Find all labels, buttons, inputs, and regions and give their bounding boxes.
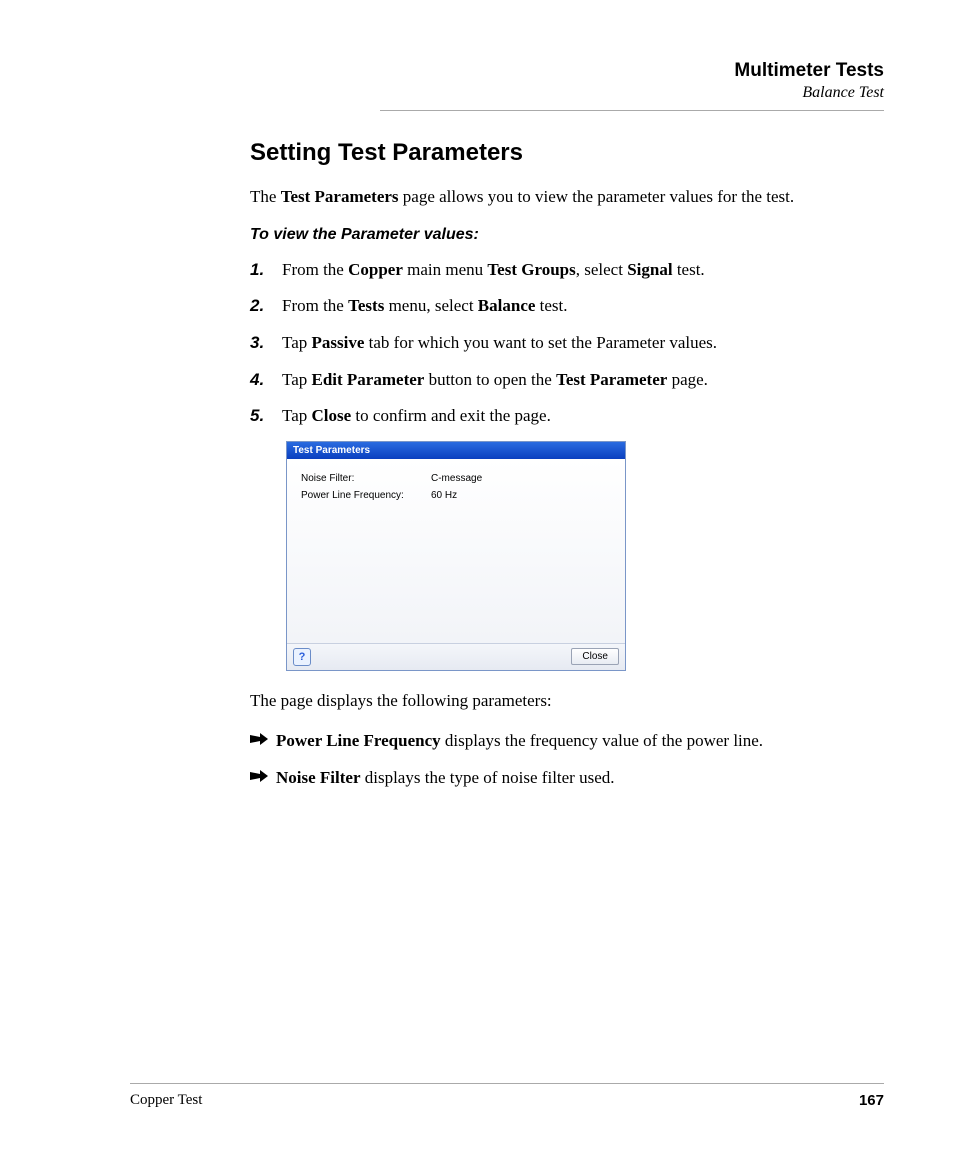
steps-list: 1.From the Copper main menu Test Groups,… xyxy=(250,258,884,429)
section-title: Balance Test xyxy=(380,84,884,102)
step-text: From the Copper main menu Test Groups, s… xyxy=(282,258,705,283)
text: displays the type of noise filter used. xyxy=(361,768,615,787)
close-button[interactable]: Close xyxy=(571,648,619,665)
footer-left: Copper Test xyxy=(130,1092,202,1109)
text: Tap xyxy=(282,333,312,352)
text-bold: Copper xyxy=(348,260,403,279)
text-bold: Balance xyxy=(478,296,536,315)
text: , select xyxy=(576,260,627,279)
bullet-list: Power Line Frequency displays the freque… xyxy=(250,729,884,790)
text-bold: Close xyxy=(312,406,352,425)
page-header: Multimeter Tests Balance Test xyxy=(380,60,884,111)
intro-paragraph: The Test Parameters page allows you to v… xyxy=(250,185,884,210)
page-title: Setting Test Parameters xyxy=(250,139,884,167)
text-bold: Passive xyxy=(312,333,365,352)
text: Tap xyxy=(282,406,312,425)
param-value: C-message xyxy=(431,473,482,484)
procedure-heading: To view the Parameter values: xyxy=(250,226,884,244)
text-bold: Test Parameters xyxy=(281,187,399,206)
param-label: Power Line Frequency: xyxy=(301,490,431,501)
text: page allows you to view the parameter va… xyxy=(399,187,795,206)
dialog-titlebar: Test Parameters xyxy=(287,442,625,459)
text-bold: Test Groups xyxy=(487,260,575,279)
bullet-arrow-icon xyxy=(250,729,276,746)
step-item: 5.Tap Close to confirm and exit the page… xyxy=(250,404,884,429)
text: main menu xyxy=(403,260,488,279)
text: The xyxy=(250,187,281,206)
text-bold: Test Parameter xyxy=(556,370,667,389)
step-number: 3. xyxy=(250,331,282,356)
step-text: Tap Close to confirm and exit the page. xyxy=(282,404,551,429)
text: Tap xyxy=(282,370,312,389)
param-row: Noise Filter:C-message xyxy=(301,473,611,484)
step-item: 3.Tap Passive tab for which you want to … xyxy=(250,331,884,356)
text: tab for which you want to set the Parame… xyxy=(364,333,717,352)
text: displays the frequency value of the powe… xyxy=(441,731,763,750)
param-label: Noise Filter: xyxy=(301,473,431,484)
step-number: 4. xyxy=(250,368,282,393)
page-number: 167 xyxy=(859,1092,884,1109)
screenshot-test-parameters: Test Parameters Noise Filter:C-messagePo… xyxy=(286,441,626,671)
dialog-footer: ? Close xyxy=(287,643,625,670)
bullet-item: Noise Filter displays the type of noise … xyxy=(250,766,884,791)
text-bold: Noise Filter xyxy=(276,768,361,787)
text-bold: Tests xyxy=(348,296,384,315)
help-icon[interactable]: ? xyxy=(293,648,311,666)
step-number: 5. xyxy=(250,404,282,429)
step-number: 2. xyxy=(250,294,282,319)
text: to confirm and exit the page. xyxy=(351,406,551,425)
text: menu, select xyxy=(384,296,477,315)
after-paragraph: The page displays the following paramete… xyxy=(250,689,884,714)
text: test. xyxy=(673,260,705,279)
chapter-title: Multimeter Tests xyxy=(380,60,884,82)
text: page. xyxy=(667,370,708,389)
bullet-text: Power Line Frequency displays the freque… xyxy=(276,729,763,754)
step-item: 4.Tap Edit Parameter button to open the … xyxy=(250,368,884,393)
step-item: 2.From the Tests menu, select Balance te… xyxy=(250,294,884,319)
step-text: Tap Passive tab for which you want to se… xyxy=(282,331,717,356)
text: From the xyxy=(282,296,348,315)
text-bold: Edit Parameter xyxy=(312,370,425,389)
text: From the xyxy=(282,260,348,279)
text: button to open the xyxy=(424,370,556,389)
dialog-body: Noise Filter:C-messagePower Line Frequen… xyxy=(287,459,625,643)
page-footer: Copper Test 167 xyxy=(130,1083,884,1109)
param-row: Power Line Frequency:60 Hz xyxy=(301,490,611,501)
bullet-text: Noise Filter displays the type of noise … xyxy=(276,766,615,791)
step-item: 1.From the Copper main menu Test Groups,… xyxy=(250,258,884,283)
text: test. xyxy=(535,296,567,315)
step-text: From the Tests menu, select Balance test… xyxy=(282,294,568,319)
bullet-arrow-icon xyxy=(250,766,276,783)
param-value: 60 Hz xyxy=(431,490,457,501)
text-bold: Signal xyxy=(627,260,672,279)
bullet-item: Power Line Frequency displays the freque… xyxy=(250,729,884,754)
step-number: 1. xyxy=(250,258,282,283)
step-text: Tap Edit Parameter button to open the Te… xyxy=(282,368,708,393)
text-bold: Power Line Frequency xyxy=(276,731,441,750)
